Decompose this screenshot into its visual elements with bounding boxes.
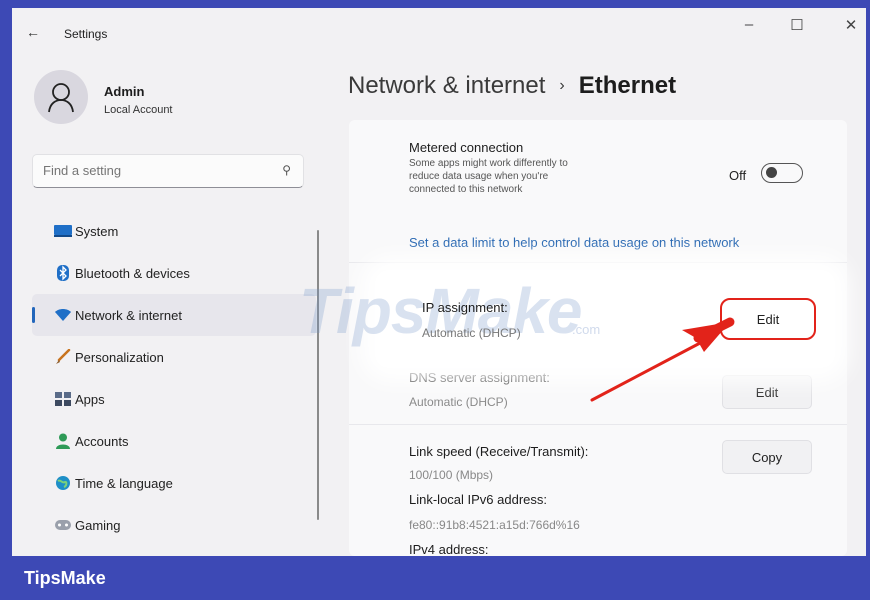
accounts-icon	[54, 433, 72, 449]
page-title: Ethernet	[578, 72, 677, 99]
frame-right	[866, 0, 870, 600]
maximize-button[interactable]: ☐	[782, 16, 812, 34]
avatar[interactable]	[34, 70, 88, 124]
dns-assignment-value: Automatic (DHCP)	[409, 395, 508, 409]
frame-left	[0, 0, 12, 600]
ip-assignment-title: IP assignment:	[422, 300, 508, 315]
sidebar-item-system[interactable]: System	[32, 210, 316, 252]
gamepad-icon	[54, 517, 72, 533]
user-icon	[48, 83, 74, 113]
sidebar-item-bluetooth[interactable]: Bluetooth & devices	[32, 252, 316, 294]
bluetooth-icon	[54, 265, 72, 281]
user-name: Admin	[104, 84, 145, 99]
sidebar-item-label: Time & language	[75, 475, 173, 491]
minimize-button[interactable]: –	[734, 16, 764, 33]
wifi-icon	[54, 307, 72, 323]
breadcrumb: Network & internet › Ethernet	[348, 72, 676, 100]
divider	[349, 424, 847, 425]
footer-brand: TipsMake	[24, 568, 106, 588]
ip-edit-button[interactable]: Edit	[720, 298, 816, 340]
settings-window: ← Settings – ☐ ✕ Admin Local Account ⚲ S…	[12, 8, 866, 556]
search-input[interactable]	[43, 163, 263, 178]
dns-edit-button[interactable]: Edit	[722, 375, 812, 409]
ipv6-title: Link-local IPv6 address:	[409, 492, 548, 507]
sidebar-item-label: Personalization	[75, 349, 164, 365]
metered-title: Metered connection	[409, 140, 524, 155]
breadcrumb-separator: ›	[559, 77, 565, 94]
ipv4-title: IPv4 address:	[409, 542, 489, 556]
sidebar-item-label: Accounts	[75, 433, 129, 449]
search-box[interactable]: ⚲	[32, 154, 304, 188]
brush-icon	[54, 349, 72, 365]
account-type: Local Account	[104, 104, 173, 116]
sidebar-item-gaming[interactable]: Gaming	[32, 504, 316, 546]
ip-assignment-value: Automatic (DHCP)	[422, 326, 521, 340]
apps-icon	[54, 391, 72, 407]
sidebar-item-personalization[interactable]: Personalization	[32, 336, 316, 378]
metered-desc-line: reduce data usage when you're	[409, 171, 549, 182]
active-indicator	[32, 307, 35, 323]
toggle-knob	[766, 167, 777, 178]
back-button[interactable]: ←	[26, 24, 40, 40]
sidebar-item-time-language[interactable]: Time & language	[32, 462, 316, 504]
dns-assignment-title: DNS server assignment:	[409, 370, 550, 385]
close-button[interactable]: ✕	[836, 16, 866, 34]
breadcrumb-parent[interactable]: Network & internet	[348, 72, 545, 99]
sidebar-item-network[interactable]: Network & internet	[32, 294, 316, 336]
metered-desc-line: Some apps might work differently to	[409, 158, 568, 169]
ipv6-value: fe80::91b8:4521:a15d:766d%16	[409, 518, 580, 532]
sidebar-item-label: System	[75, 223, 119, 239]
metered-desc-line: connected to this network	[409, 184, 523, 195]
sidebar-item-label: Network & internet	[75, 307, 182, 323]
data-limit-link[interactable]: Set a data limit to help control data us…	[409, 235, 739, 250]
search-icon[interactable]: ⚲	[282, 163, 291, 177]
metered-toggle[interactable]	[761, 163, 803, 183]
sidebar-nav: System Bluetooth & devices Network & int…	[32, 210, 316, 546]
title-bar: ← Settings – ☐ ✕	[12, 8, 866, 52]
divider	[349, 262, 847, 263]
metered-toggle-state: Off	[729, 168, 747, 183]
sidebar-item-label: Bluetooth & devices	[75, 265, 190, 281]
sidebar-item-label: Apps	[75, 391, 105, 407]
sidebar-item-label: Gaming	[75, 517, 121, 533]
link-speed-value: 100/100 (Mbps)	[409, 468, 494, 482]
globe-icon	[54, 475, 72, 491]
app-title: Settings	[64, 27, 108, 41]
system-icon	[54, 223, 72, 239]
frame-top	[0, 0, 870, 8]
sidebar-item-apps[interactable]: Apps	[32, 378, 316, 420]
sidebar-scrollbar[interactable]	[317, 230, 319, 520]
copy-button[interactable]: Copy	[722, 440, 812, 474]
link-speed-title: Link speed (Receive/Transmit):	[409, 444, 589, 459]
sidebar-item-accounts[interactable]: Accounts	[32, 420, 316, 462]
